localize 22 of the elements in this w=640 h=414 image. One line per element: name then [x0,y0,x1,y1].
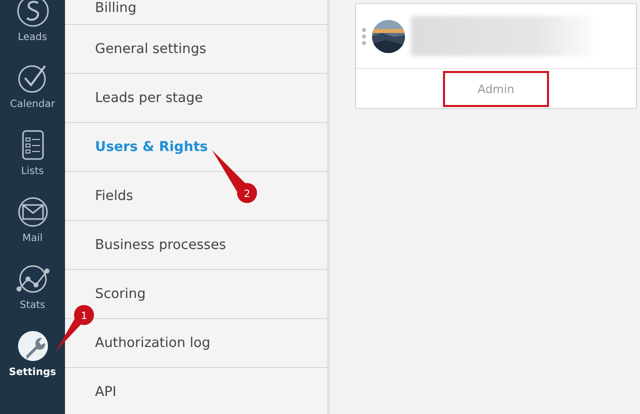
role-label: Admin [443,70,549,106]
nav-item[interactable]: Calendar [0,61,65,128]
nav-label: Leads [18,32,48,43]
nav-label: Lists [21,166,44,177]
menu-item[interactable]: Leads per stage [65,74,327,123]
drag-handle-icon[interactable] [362,28,366,44]
menu-item[interactable]: General settings [65,25,327,74]
s-logo-icon [16,0,50,28]
mail-icon [16,195,50,229]
nav-item[interactable]: Leads [0,0,65,61]
nav-item[interactable]: Lists [0,128,65,195]
nav-item[interactable]: Mail [0,195,65,262]
nav-label: Mail [22,233,43,244]
nav-label: Stats [20,300,46,311]
wrench-icon [16,329,50,363]
menu-item[interactable]: Billing [65,0,327,25]
nav-item[interactable]: Settings [0,329,65,396]
nav-label: Settings [8,367,56,378]
nav-item[interactable]: Stats [0,262,65,329]
menu-item[interactable]: Business processes [65,221,327,270]
menu-item[interactable]: API [65,368,327,414]
nav-label: Calendar [10,99,55,110]
